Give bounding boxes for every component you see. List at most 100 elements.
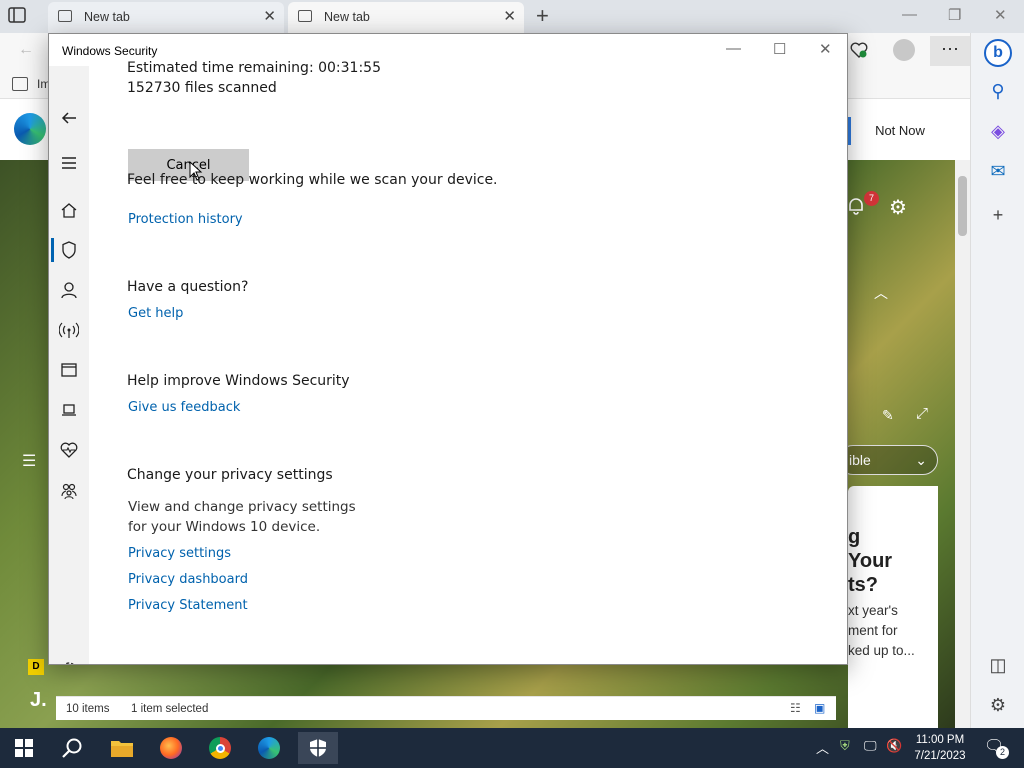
clock-time: 11:00 PM: [915, 734, 965, 746]
browser-tab-1[interactable]: New tab ✕: [48, 2, 284, 33]
banner-accent: [848, 117, 851, 145]
avatar[interactable]: [893, 39, 915, 61]
volume-muted-icon[interactable]: 🔇: [886, 738, 902, 754]
edge-sidebar: b ⚲ ◈ ✉ + ◫ ⚙: [970, 33, 1024, 728]
browser-tabstrip: New tab ✕ New tab ✕ + — ❐ ✕: [0, 0, 1024, 33]
layout-dropdown[interactable]: ible ⌄: [838, 445, 938, 475]
card-body-2: ment for: [848, 623, 898, 638]
more-menu-icon[interactable]: ···: [930, 36, 970, 66]
settings-icon[interactable]: [59, 660, 79, 664]
time-remaining: Estimated time remaining: 00:31:55: [127, 60, 381, 76]
firefox-icon[interactable]: [151, 732, 191, 764]
feedback-link[interactable]: Give us feedback: [128, 400, 240, 415]
back-arrow-icon[interactable]: ←: [18, 41, 34, 59]
news-card[interactable]: g Your ts? xt year's ment for ked up to.…: [848, 486, 938, 728]
settings-icon[interactable]: ⚙: [988, 695, 1008, 715]
defender-tray-icon[interactable]: ⛨: [840, 738, 850, 754]
article-letter: J.: [30, 689, 47, 711]
privacy-heading: Change your privacy settings: [127, 467, 333, 483]
notification-badge: 7: [864, 191, 879, 206]
not-now-button[interactable]: Not Now: [858, 116, 942, 146]
chevron-up-icon[interactable]: ︿: [874, 283, 888, 303]
close-icon[interactable]: ✕: [819, 40, 832, 58]
selection-count: 1 item selected: [131, 703, 209, 715]
home-icon[interactable]: [59, 201, 79, 221]
import-icon: [12, 77, 28, 91]
tray-chevron-icon[interactable]: ︿: [816, 738, 829, 757]
tab-page-icon: [58, 10, 72, 22]
expand-icon[interactable]: ⤢: [916, 405, 928, 422]
tiles-view-icon[interactable]: ▣: [814, 701, 825, 715]
clock[interactable]: 11:00 PM 7/21/2023: [912, 732, 968, 764]
search-icon[interactable]: [52, 732, 92, 764]
split-view-icon[interactable]: ◫: [988, 655, 1008, 675]
nav-rail: [49, 66, 89, 664]
window-title: Windows Security: [62, 44, 158, 58]
tab-actions-icon[interactable]: [8, 7, 28, 25]
search-icon[interactable]: ⚲: [988, 81, 1008, 101]
details-view-icon[interactable]: ☷: [790, 701, 801, 715]
card-body-1: xt year's: [848, 603, 898, 618]
restore-icon[interactable]: ❐: [948, 6, 961, 24]
tab-label: New tab: [84, 10, 130, 24]
start-icon[interactable]: [4, 732, 44, 764]
bell-icon[interactable]: [846, 196, 866, 221]
items-count: 10 items: [66, 703, 110, 715]
tab-label: New tab: [324, 10, 370, 24]
edge-icon[interactable]: [249, 732, 289, 764]
card-heading-3: ts?: [848, 574, 878, 596]
explorer-status-bar: 10 items 1 item selected ☷ ▣: [56, 696, 836, 720]
outlook-icon[interactable]: ✉: [988, 161, 1008, 181]
page-scroll-thumb[interactable]: [958, 176, 967, 236]
improve-heading: Help improve Windows Security: [127, 373, 350, 389]
health-extension-icon[interactable]: [850, 41, 868, 64]
family-icon[interactable]: [59, 481, 79, 501]
chrome-icon[interactable]: [200, 732, 240, 764]
network-icon[interactable]: 🖵: [864, 738, 877, 754]
hamburger-icon[interactable]: ☰: [22, 451, 36, 471]
nav-selected-indicator: [51, 238, 54, 262]
back-icon[interactable]: [59, 108, 79, 128]
laptop-icon[interactable]: [59, 400, 79, 420]
privacy-settings-link[interactable]: Privacy settings: [128, 546, 231, 561]
bing-icon[interactable]: b: [984, 39, 1012, 67]
close-tab-icon[interactable]: ✕: [263, 7, 276, 25]
account-icon[interactable]: [59, 280, 79, 300]
close-tab-icon[interactable]: ✕: [503, 7, 516, 25]
office-icon[interactable]: ◈: [988, 121, 1008, 141]
app-browser-icon[interactable]: [59, 360, 79, 380]
scan-page: Estimated time remaining: 00:31:55 15273…: [89, 60, 847, 664]
wireless-icon[interactable]: [58, 320, 80, 340]
shield-icon[interactable]: [59, 240, 79, 260]
windows-security-window: Windows Security — ☐ ✕ Estimated time re…: [48, 33, 848, 665]
minimize-icon[interactable]: —: [902, 6, 917, 23]
privacy-description-line-1: View and change privacy settings: [128, 499, 356, 515]
card-heading-1: g: [848, 526, 861, 548]
card-body-3: ked up to...: [848, 643, 915, 658]
taskbar: ︿ ⛨ 🖵 🔇 11:00 PM 7/21/2023 🗨 2: [0, 728, 1024, 768]
chevron-down-icon: ⌄: [915, 452, 927, 468]
card-heading-2: Your: [848, 550, 893, 572]
protection-history-link[interactable]: Protection history: [128, 212, 243, 227]
browser-tab-2[interactable]: New tab ✕: [288, 2, 524, 33]
minimize-icon[interactable]: —: [726, 40, 741, 57]
file-explorer-icon[interactable]: [102, 732, 142, 764]
notification-count-badge: 2: [996, 746, 1009, 759]
privacy-description-line-2: for your Windows 10 device.: [128, 519, 321, 535]
get-help-link[interactable]: Get help: [128, 306, 183, 321]
gear-icon[interactable]: ⚙: [889, 195, 907, 220]
add-icon[interactable]: +: [988, 205, 1008, 225]
health-icon[interactable]: [59, 440, 79, 460]
privacy-statement-link[interactable]: Privacy Statement: [128, 598, 248, 613]
maximize-icon[interactable]: ☐: [773, 40, 786, 58]
privacy-dashboard-link[interactable]: Privacy dashboard: [128, 572, 248, 587]
question-heading: Have a question?: [127, 279, 249, 295]
dropdown-label: ible: [849, 452, 871, 468]
windows-security-taskbar-icon[interactable]: [298, 732, 338, 764]
menu-icon[interactable]: [59, 153, 79, 173]
edit-icon[interactable]: ✎: [882, 407, 894, 424]
close-icon[interactable]: ✕: [994, 6, 1007, 24]
new-tab-button[interactable]: +: [536, 3, 549, 29]
page-scrollbar[interactable]: [955, 160, 970, 728]
edge-logo-icon: [14, 113, 46, 145]
